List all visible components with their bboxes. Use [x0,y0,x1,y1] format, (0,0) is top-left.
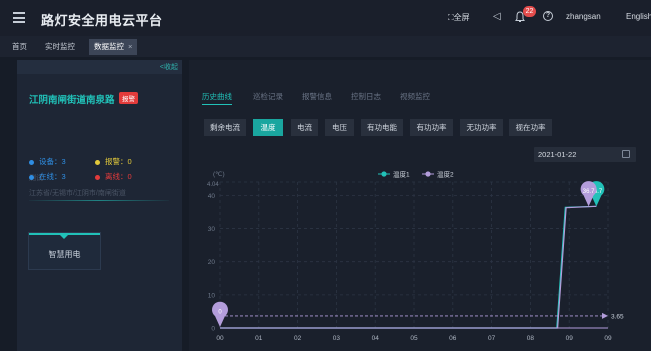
address: 江苏省/无锡市/江阴市/南闸街道 [29,190,126,197]
card-label: 智慧用电 [48,250,81,259]
close-icon[interactable]: × [128,42,132,51]
tab-label: 首页 [12,42,27,51]
dot-icon [29,159,34,165]
metric-active-power[interactable]: 有功功率 [410,119,453,136]
stat-label: 在线：3 [39,172,66,181]
tab-label: 实时监控 [45,42,75,51]
collapse-button[interactable]: <收起 [160,62,178,72]
dot-icon [95,159,100,165]
fullscreen-label: 全屏 [453,13,470,22]
metric-reactive-power[interactable]: 无功功率 [460,119,503,136]
stat-label: 报警：0 [105,157,132,166]
metric-active-energy[interactable]: 有功电能 [361,119,403,136]
language-switch[interactable]: English [626,12,651,21]
metric-voltage[interactable]: 电压 [325,119,354,136]
smart-power-card[interactable]: 智慧用电 [28,232,101,270]
data-panel: 历史曲线 巡检记录 报警信息 控制日志 视频监控 剩余电流 温度 电流 电压 有… [189,60,651,351]
page-tabs: 首页 实时监控 数据监控 × [0,36,651,57]
help-icon[interactable]: ? [543,11,553,21]
device-panel: <收起 江阴南闸街道南泉路 报警 测试 江苏省/无锡市/江阴市/南闸街道 设备：… [17,60,182,351]
tab-label: 数据监控 [94,42,124,51]
stat-devices: 设备：3 [29,156,66,167]
stat-online: 在线：3 [29,171,66,182]
stat-alarms: 报警：0 [95,156,132,167]
metric-temperature[interactable]: 温度 [253,119,283,136]
road-name[interactable]: 江阴南闸街道南泉路 [29,92,115,106]
tab-data-monitor[interactable]: 数据监控 × [89,39,138,55]
metric-current[interactable]: 电流 [291,119,318,136]
metric-apparent-power[interactable]: 视在功率 [509,119,552,136]
stat-offline: 离线：0 [95,171,132,182]
fullscreen-button[interactable]: ⛶全屏 [448,12,470,23]
metric-residual-current[interactable]: 剩余电流 [204,119,246,136]
notification-badge: 22 [523,6,536,17]
tab-history-curve[interactable]: 历史曲线 [202,91,232,105]
menu-icon[interactable] [13,12,25,23]
tab-control-log[interactable]: 控制日志 [351,91,381,102]
tab-realtime[interactable]: 实时监控 [40,39,80,55]
status-badge: 报警 [119,92,138,104]
caret-down-icon [60,235,68,239]
tab-video[interactable]: 视频监控 [400,91,430,102]
username[interactable]: zhangsan [566,12,601,21]
panel-topbar: <收起 [17,60,182,74]
divider [29,200,169,201]
date-value: 2021-01-22 [538,150,577,159]
sound-icon[interactable]: ◁ [493,11,501,22]
stat-label: 设备：3 [39,157,66,166]
dot-icon [29,174,34,180]
date-picker[interactable]: 2021-01-22 [534,147,636,162]
tab-home[interactable]: 首页 [7,39,32,55]
calendar-icon [622,150,630,158]
top-header: 路灯安全用电云平台 ⛶全屏 ◁ 22 ? zhangsan English [0,0,651,36]
stat-label: 离线：0 [105,172,132,181]
tab-inspection[interactable]: 巡检记录 [253,91,283,102]
tab-alarm-info[interactable]: 报警信息 [302,91,332,102]
app-title: 路灯安全用电云平台 [41,13,163,28]
dot-icon [95,174,100,180]
